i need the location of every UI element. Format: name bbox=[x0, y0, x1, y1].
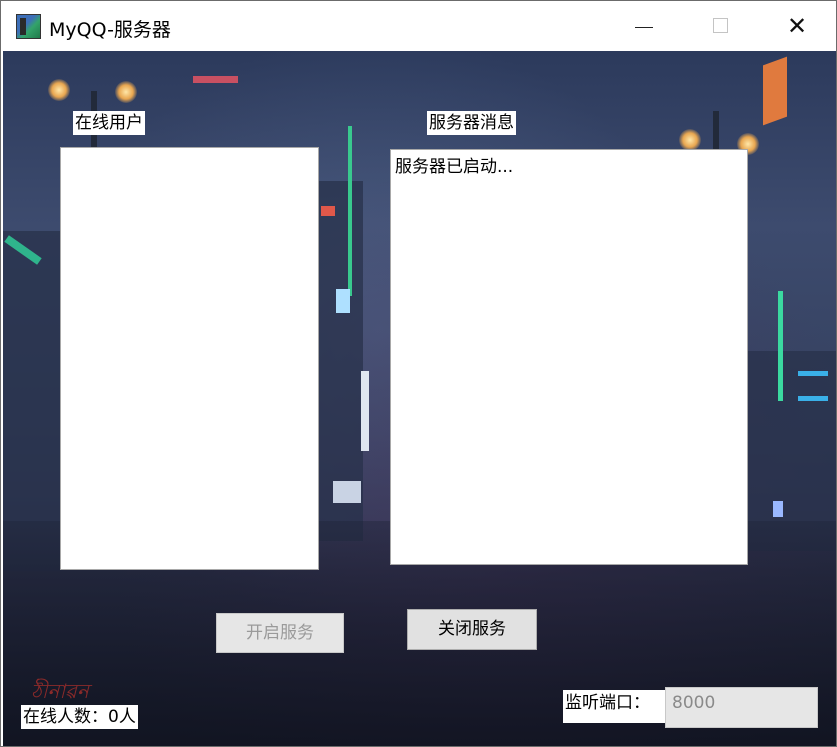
minimize-icon bbox=[635, 27, 653, 28]
background-neon bbox=[798, 396, 828, 401]
online-users-label: 在线用户 bbox=[73, 111, 145, 135]
listen-port-label: 监听端口： bbox=[563, 690, 667, 723]
server-window: MyQQ-服务器 ✕ ঠীনাৱন 在线用户 服务器消息 服务器已启动... 开… bbox=[0, 0, 837, 747]
background-neon bbox=[193, 76, 238, 83]
background-neon bbox=[333, 481, 361, 503]
window-title: MyQQ-服务器 bbox=[49, 19, 171, 41]
server-messages-list[interactable]: 服务器已启动... bbox=[390, 149, 748, 565]
close-button[interactable]: ✕ bbox=[774, 1, 820, 51]
start-service-button[interactable]: 开启服务 bbox=[216, 613, 344, 653]
background-neon bbox=[798, 371, 828, 376]
title-bar[interactable]: MyQQ-服务器 ✕ bbox=[1, 1, 836, 51]
background-neon bbox=[773, 501, 783, 517]
close-icon: ✕ bbox=[786, 12, 808, 40]
online-count-label: 在线人数：0人 bbox=[21, 705, 138, 729]
listen-port-input[interactable]: 8000 bbox=[665, 687, 818, 728]
minimize-button[interactable] bbox=[621, 1, 667, 51]
background-neon bbox=[336, 289, 350, 313]
stop-service-button[interactable]: 关闭服务 bbox=[407, 609, 537, 650]
app-icon bbox=[16, 14, 41, 39]
maximize-icon bbox=[713, 18, 728, 33]
background-building bbox=[748, 351, 836, 551]
background-building bbox=[3, 231, 63, 571]
background-neon bbox=[763, 56, 787, 126]
background-neon bbox=[778, 291, 783, 401]
server-messages-label: 服务器消息 bbox=[427, 111, 516, 135]
background-neon bbox=[4, 235, 42, 265]
street-lamp bbox=[115, 81, 137, 103]
background-neon bbox=[361, 371, 369, 451]
maximize-button[interactable] bbox=[697, 1, 743, 51]
client-area: ঠীনাৱন 在线用户 服务器消息 服务器已启动... 开启服务 关闭服务 在线… bbox=[3, 51, 836, 746]
street-lamp bbox=[48, 79, 70, 101]
online-users-list[interactable] bbox=[60, 147, 319, 570]
background-neon bbox=[348, 126, 352, 296]
lamp-post bbox=[713, 111, 719, 151]
list-item: 服务器已启动... bbox=[395, 157, 514, 177]
street-lamp bbox=[679, 129, 701, 151]
background-neon bbox=[321, 206, 335, 216]
